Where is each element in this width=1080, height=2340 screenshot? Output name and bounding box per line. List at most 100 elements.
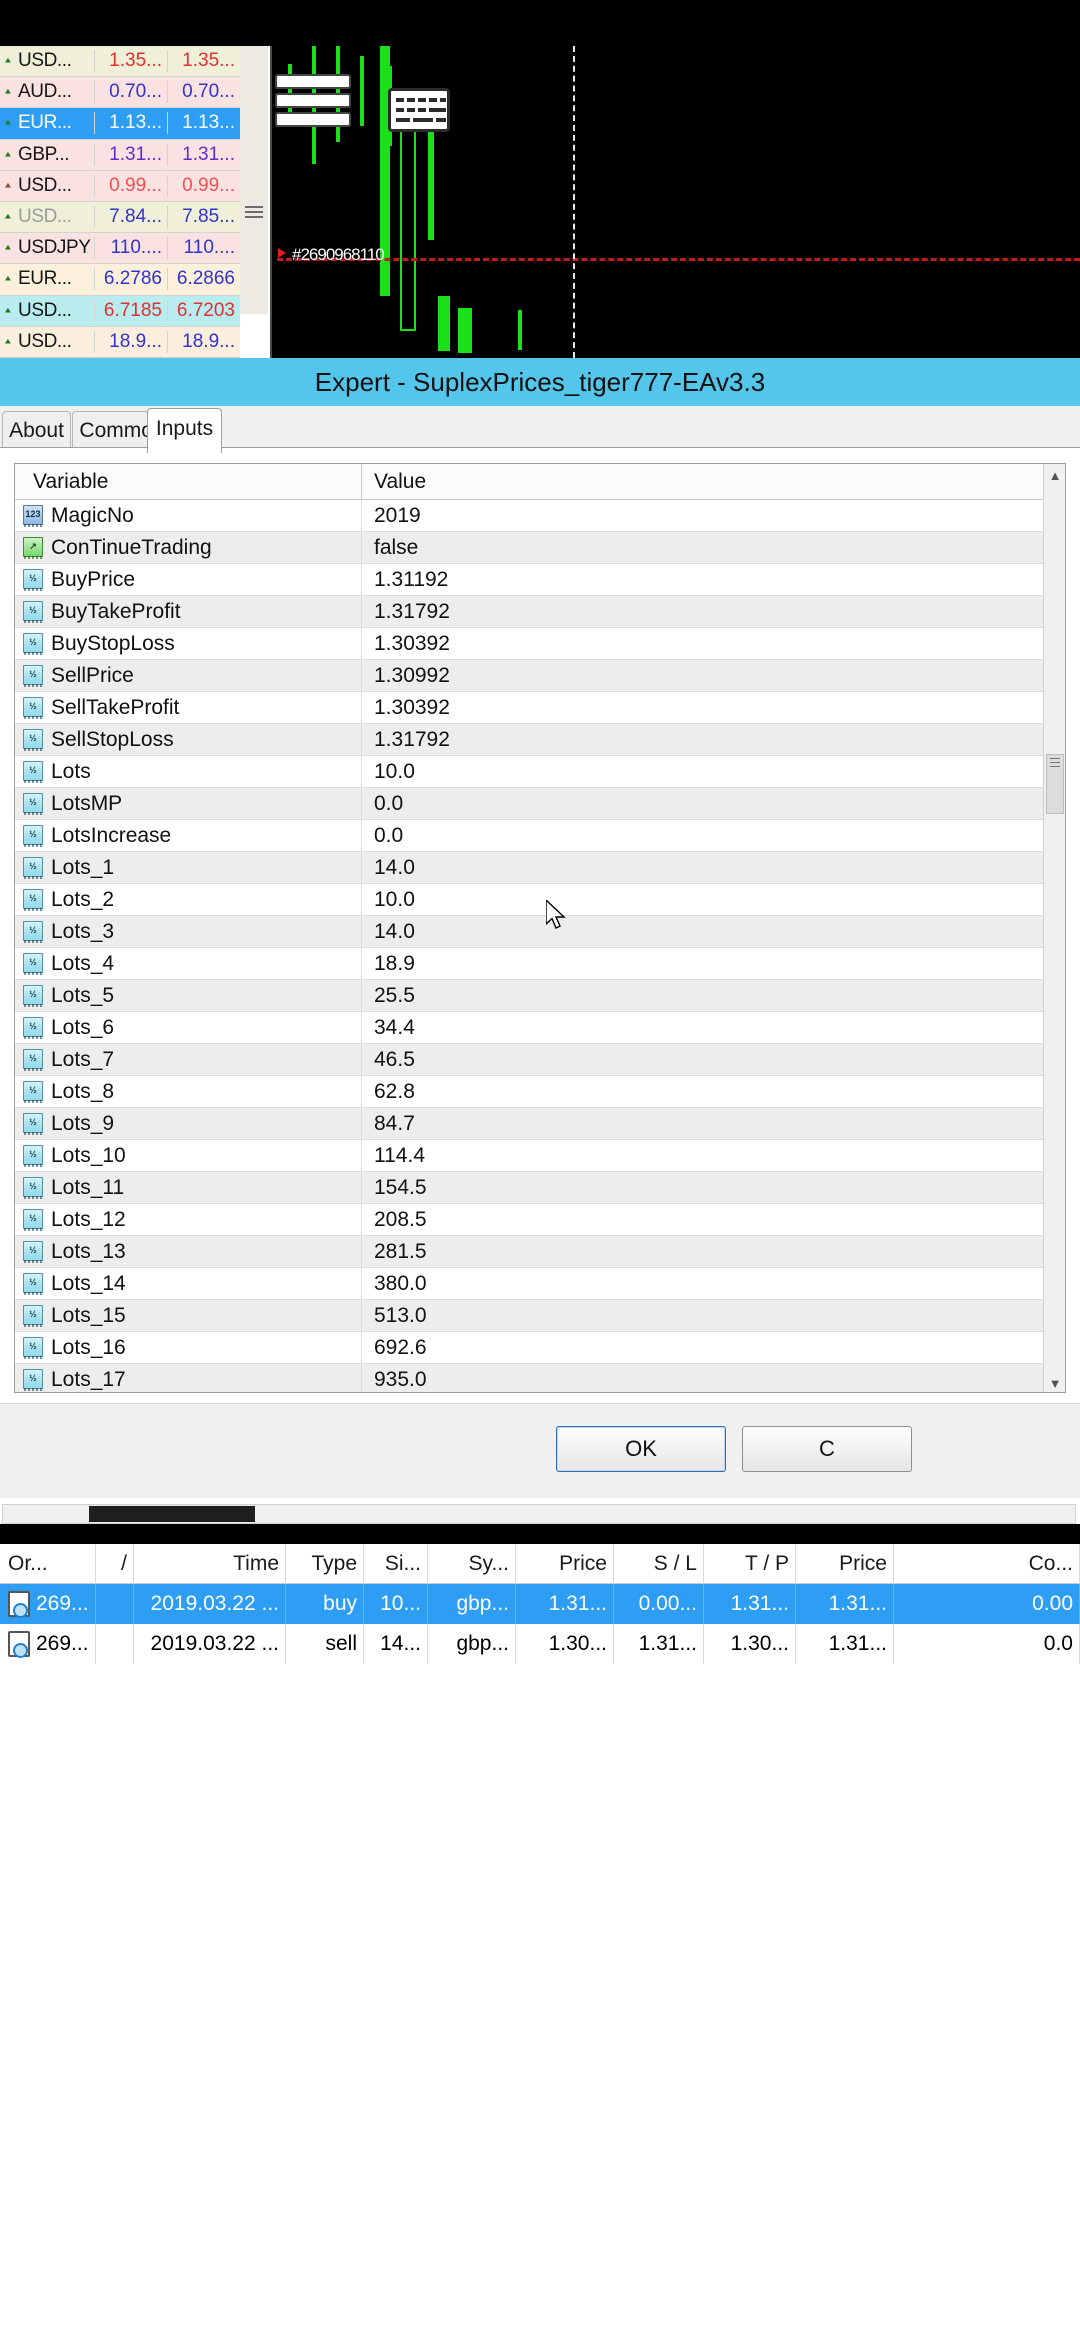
inputs-grid[interactable]: Variable Value 123MagicNo2019↗ConTinueTr… [14, 463, 1066, 1393]
grid-row[interactable]: ½Lots_525.5 [15, 980, 1065, 1012]
market-watch-row[interactable]: ▲USD...7.84...7.85... [0, 202, 240, 233]
trade-table-row[interactable]: 269...2019.03.22 ...sell14...gbp...1.30.… [0, 1624, 1080, 1664]
trade-column-header[interactable]: Sy... [428, 1544, 516, 1584]
trade-column-header[interactable]: S / L [614, 1544, 704, 1584]
grid-row[interactable]: ↗ConTinueTradingfalse [15, 532, 1065, 564]
keyboard-icon[interactable] [388, 88, 450, 132]
grid-cell-value[interactable]: 46.5 [361, 1044, 1065, 1076]
grid-row[interactable]: ½Lots_16692.6 [15, 1332, 1065, 1364]
grid-cell-value[interactable]: 513.0 [361, 1300, 1065, 1332]
grid-cell-value[interactable]: 380.0 [361, 1268, 1065, 1300]
grid-cell-value[interactable]: 154.5 [361, 1172, 1065, 1204]
market-watch-row[interactable]: ▲USD...1.35...1.35... [0, 46, 240, 77]
grid-row[interactable]: ½Lots_862.8 [15, 1076, 1065, 1108]
variable-value: 84.7 [374, 1112, 415, 1136]
market-watch-row[interactable]: ▲USD...18.9...18.9... [0, 327, 240, 358]
trade-column-header[interactable]: Price [516, 1544, 614, 1584]
grid-cell-value[interactable]: 34.4 [361, 1012, 1065, 1044]
grid-cell-value[interactable]: 18.9 [361, 948, 1065, 980]
grid-row[interactable]: ½Lots_14380.0 [15, 1268, 1065, 1300]
grid-cell-value[interactable]: false [361, 532, 1065, 564]
grid-cell-value[interactable]: 208.5 [361, 1204, 1065, 1236]
trade-column-header[interactable]: T / P [704, 1544, 796, 1584]
trade-table[interactable]: Or.../TimeTypeSi...Sy...PriceS / LT / PP… [0, 1544, 1080, 1664]
market-watch-row[interactable]: ▲EUR...6.27866.2866 [0, 264, 240, 295]
grid-row[interactable]: ½SellPrice1.30992 [15, 660, 1065, 692]
market-watch-row[interactable]: ▲AUD...0.70...0.70... [0, 77, 240, 108]
grid-row[interactable]: ½Lots_418.9 [15, 948, 1065, 980]
grid-row[interactable]: ½Lots_17935.0 [15, 1364, 1065, 1393]
grid-cell-value[interactable]: 1.30992 [361, 660, 1065, 692]
grid-cell-value[interactable]: 1.30392 [361, 628, 1065, 660]
grid-cell-value[interactable]: 1.31792 [361, 724, 1065, 756]
grid-cell-value[interactable]: 10.0 [361, 884, 1065, 916]
chart-left-scrollbar[interactable] [268, 46, 277, 358]
tab-about[interactable]: About [2, 411, 71, 450]
grid-row[interactable]: ½Lots_114.0 [15, 852, 1065, 884]
grid-row[interactable]: ½Lots_13281.5 [15, 1236, 1065, 1268]
grid-row[interactable]: ½Lots_11154.5 [15, 1172, 1065, 1204]
grid-cell-value[interactable]: 10.0 [361, 756, 1065, 788]
grid-row[interactable]: ½BuyPrice1.31192 [15, 564, 1065, 596]
grid-row[interactable]: ½Lots_12208.5 [15, 1204, 1065, 1236]
trade-column-header[interactable]: Price [796, 1544, 894, 1584]
cancel-button[interactable]: C [742, 1426, 912, 1472]
grid-cell-value[interactable]: 114.4 [361, 1140, 1065, 1172]
hamburger-menu-icon[interactable] [277, 76, 349, 126]
order-label: #2690968110 [292, 245, 384, 265]
grid-row[interactable]: ½SellTakeProfit1.30392 [15, 692, 1065, 724]
scroll-down-icon[interactable]: ▼ [1044, 1372, 1066, 1393]
column-header-value[interactable]: Value [361, 464, 1065, 500]
market-watch-panel[interactable]: ▲USD...1.35...1.35...▲AUD...0.70...0.70.… [0, 46, 240, 358]
grid-row[interactable]: ½Lots_984.7 [15, 1108, 1065, 1140]
grid-cell-value[interactable]: 0.0 [361, 820, 1065, 852]
grid-row[interactable]: ½SellStopLoss1.31792 [15, 724, 1065, 756]
horizontal-scrollbar[interactable] [2, 1504, 1076, 1524]
grid-row[interactable]: ½Lots_15513.0 [15, 1300, 1065, 1332]
market-watch-row[interactable]: ▲GBP...1.31...1.31... [0, 140, 240, 171]
grid-row[interactable]: 123MagicNo2019 [15, 500, 1065, 532]
market-watch-row[interactable]: ▲USD...0.99...0.99... [0, 171, 240, 202]
grid-cell-value[interactable]: 62.8 [361, 1076, 1065, 1108]
grid-row[interactable]: ½Lots_634.4 [15, 1012, 1065, 1044]
grid-row[interactable]: ½Lots10.0 [15, 756, 1065, 788]
grid-row[interactable]: ½Lots_746.5 [15, 1044, 1065, 1076]
grid-row[interactable]: ½BuyTakeProfit1.31792 [15, 596, 1065, 628]
grid-cell-value[interactable]: 935.0 [361, 1364, 1065, 1394]
grid-cell-value[interactable]: 1.30392 [361, 692, 1065, 724]
grid-row[interactable]: ½LotsIncrease0.0 [15, 820, 1065, 852]
grid-cell-value[interactable]: 84.7 [361, 1108, 1065, 1140]
trade-column-header[interactable]: Or... [0, 1544, 96, 1584]
scroll-up-icon[interactable]: ▲ [1044, 464, 1066, 486]
grid-cell-value[interactable]: 1.31792 [361, 596, 1065, 628]
trade-column-header[interactable]: Type [286, 1544, 364, 1584]
grid-cell-value[interactable]: 1.31192 [361, 564, 1065, 596]
grid-cell-value[interactable]: 692.6 [361, 1332, 1065, 1364]
ok-button[interactable]: OK [556, 1426, 726, 1472]
tab-inputs[interactable]: Inputs [147, 408, 222, 453]
grid-cell-value[interactable]: 2019 [361, 500, 1065, 532]
grid-row[interactable]: ½Lots_314.0 [15, 916, 1065, 948]
market-watch-row[interactable]: ▲EUR...1.13...1.13... [0, 108, 240, 139]
grid-row[interactable]: ½LotsMP0.0 [15, 788, 1065, 820]
horizontal-scroll-thumb[interactable] [89, 1506, 255, 1522]
grid-cell-value[interactable]: 25.5 [361, 980, 1065, 1012]
grid-cell-value[interactable]: 14.0 [361, 916, 1065, 948]
market-watch-row[interactable]: ▲USD...6.71856.7203 [0, 296, 240, 327]
market-watch-splitter[interactable] [240, 46, 268, 358]
grid-row[interactable]: ½BuyStopLoss1.30392 [15, 628, 1065, 660]
trade-table-row[interactable]: 269...2019.03.22 ...buy10...gbp...1.31..… [0, 1584, 1080, 1624]
grid-cell-value[interactable]: 0.0 [361, 788, 1065, 820]
column-header-variable[interactable]: Variable [15, 470, 361, 494]
grid-cell-value[interactable]: 14.0 [361, 852, 1065, 884]
scroll-thumb[interactable] [1046, 754, 1064, 814]
trade-column-header[interactable]: / [96, 1544, 134, 1584]
market-watch-row[interactable]: ▲USDJPY110....110.... [0, 233, 240, 264]
grid-cell-value[interactable]: 281.5 [361, 1236, 1065, 1268]
grid-row[interactable]: ½Lots_210.0 [15, 884, 1065, 916]
trade-column-header[interactable]: Si... [364, 1544, 428, 1584]
grid-scrollbar[interactable]: ▲ ▼ [1043, 464, 1065, 1393]
trade-column-header[interactable]: Co... [894, 1544, 1080, 1584]
grid-row[interactable]: ½Lots_10114.4 [15, 1140, 1065, 1172]
trade-column-header[interactable]: Time [134, 1544, 286, 1584]
